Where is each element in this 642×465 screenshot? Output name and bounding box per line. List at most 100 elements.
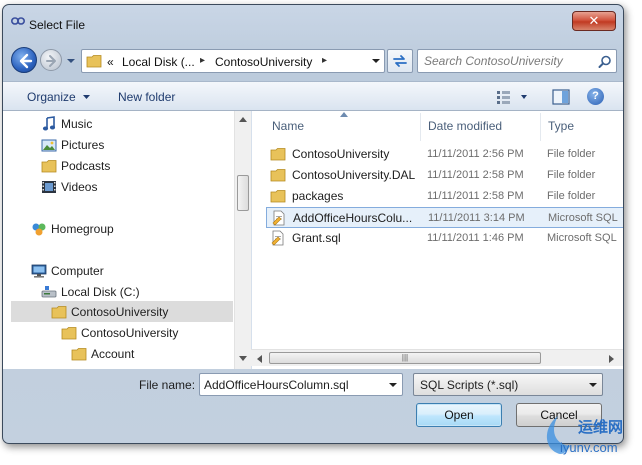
nav-item-label: Local Disk (C:) (61, 285, 140, 299)
file-row[interactable]: packages 11/11/2011 2:58 PM File folder (264, 186, 623, 207)
nav-item-label: Pictures (61, 138, 105, 152)
nav-item-label: Videos (61, 180, 98, 194)
scroll-up-icon[interactable] (239, 117, 247, 122)
search-icon[interactable] (598, 55, 612, 69)
back-button[interactable] (11, 47, 37, 73)
close-button[interactable]: ✕ (572, 11, 616, 31)
folder-icon (71, 348, 87, 361)
nav-pane-scrollbar[interactable] (234, 111, 251, 369)
nav-item-label: ContosoUniversity (81, 326, 179, 340)
file-name-input[interactable] (204, 377, 380, 393)
file-name-chevron-down-icon[interactable] (389, 382, 397, 388)
scroll-left-icon[interactable] (257, 355, 262, 363)
file-type-value: SQL Scripts (*.sql) (420, 378, 519, 392)
file-type: File folder (547, 148, 596, 160)
file-name: Grant.sql (292, 231, 341, 245)
pictures-icon (41, 139, 57, 152)
nav-item-label: Music (61, 117, 93, 131)
folder-icon (61, 327, 77, 340)
view-options-icon[interactable] (497, 90, 527, 104)
computer-icon (31, 264, 47, 278)
file-row[interactable]: ContosoUniversity.DAL 11/11/2011 2:58 PM… (264, 165, 623, 186)
file-type: Microsoft SQL (548, 212, 618, 224)
file-list: Name Date modified Type ContosoUniversit… (251, 111, 623, 369)
preview-pane-icon[interactable] (552, 89, 570, 105)
file-type: File folder (547, 169, 596, 181)
file-type-select[interactable]: SQL Scripts (*.sql) (413, 373, 603, 396)
nav-item-label: Podcasts (61, 159, 111, 173)
address-chevron-down-icon[interactable] (372, 58, 380, 64)
music-icon (42, 116, 56, 131)
sort-ascending-icon (340, 112, 348, 117)
grip-icon: ||| (401, 353, 409, 362)
hscroll-thumb[interactable]: ||| (269, 352, 541, 364)
browser-content: Music Pictures Podcasts Videos Homegroup… (3, 111, 623, 369)
file-list-hscrollbar[interactable]: ||| (251, 349, 623, 366)
file-date: 11/11/2011 2:58 PM (427, 190, 524, 202)
breadcrumb-local-disk[interactable]: Local Disk (... (122, 55, 195, 69)
history-chevron-down-icon[interactable] (66, 57, 76, 65)
file-row[interactable]: Grant.sql 11/11/2011 1:46 PM Microsoft S… (264, 228, 623, 249)
column-header-name[interactable]: Name (272, 119, 304, 133)
arrow-right-icon (46, 55, 56, 67)
file-date: 11/11/2011 2:58 PM (427, 169, 524, 181)
breadcrumb-separator-icon[interactable]: ▸ (200, 55, 205, 66)
folder-icon (41, 160, 57, 173)
file-name: ContosoUniversity (292, 147, 390, 161)
folder-icon (270, 148, 286, 161)
breadcrumb-separator-icon[interactable]: ▸ (322, 55, 327, 66)
open-button[interactable]: Open (416, 403, 502, 427)
help-button[interactable]: ? (587, 88, 604, 105)
watermark-text-cn: 运维网 (578, 419, 624, 436)
file-type: File folder (547, 190, 596, 202)
folder-icon (270, 190, 286, 203)
watermark-logo: 运维网 iyunv.com (538, 410, 642, 465)
select-file-dialog: Select File ✕ « Local Disk (... ▸ Contos… (2, 4, 624, 444)
file-type: Microsoft SQL (547, 232, 617, 244)
navigation-pane: Music Pictures Podcasts Videos Homegroup… (3, 111, 234, 369)
folder-icon (270, 169, 286, 182)
close-icon: ✕ (588, 13, 600, 28)
new-folder-button[interactable]: New folder (118, 90, 175, 104)
folder-icon (51, 306, 67, 319)
column-divider[interactable] (420, 113, 421, 141)
file-row[interactable]: ContosoUniversity 11/11/2011 2:56 PM Fil… (264, 144, 623, 165)
dialog-app-icon (11, 17, 25, 25)
file-name: AddOfficeHoursColu... (293, 211, 413, 225)
breadcrumb-overflow[interactable]: « (107, 55, 114, 69)
file-name-label: File name: (139, 378, 196, 392)
watermark-text-url: iyunv.com (560, 440, 618, 455)
nav-item-label: Homegroup (51, 222, 114, 236)
nav-item-label: Account (91, 347, 135, 361)
sql-file-icon (271, 230, 284, 246)
breadcrumb-contosouniversity[interactable]: ContosoUniversity (215, 55, 312, 69)
forward-button[interactable] (40, 49, 62, 71)
scroll-right-icon[interactable] (609, 355, 614, 363)
refresh-icon (393, 55, 407, 67)
file-name: ContosoUniversity.DAL (292, 168, 416, 182)
file-date: 11/11/2011 1:46 PM (427, 232, 524, 244)
folder-icon (86, 55, 102, 68)
refresh-button[interactable] (387, 49, 413, 73)
file-name: packages (292, 189, 344, 203)
scroll-down-icon[interactable] (239, 356, 247, 361)
dialog-title: Select File (29, 18, 86, 32)
command-toolbar: Organize New folder ? (3, 81, 623, 111)
search-input[interactable] (424, 53, 594, 69)
homegroup-icon (32, 223, 46, 236)
file-date: 11/11/2011 3:14 PM (428, 212, 525, 224)
nav-item-label: Computer (51, 264, 104, 278)
file-date: 11/11/2011 2:56 PM (427, 148, 524, 160)
sql-file-icon (272, 210, 285, 226)
help-icon: ? (592, 90, 599, 102)
column-header-type[interactable]: Type (548, 119, 574, 133)
organize-chevron-down-icon[interactable] (83, 95, 90, 100)
drive-icon (41, 286, 57, 298)
file-row-selected[interactable]: AddOfficeHoursColu... 11/11/2011 3:14 PM… (266, 207, 623, 228)
column-divider[interactable] (540, 113, 541, 141)
column-header-date-modified[interactable]: Date modified (428, 119, 502, 133)
organize-button[interactable]: Organize (27, 90, 76, 104)
address-bar[interactable]: « Local Disk (... ▸ ContosoUniversity ▸ (81, 49, 385, 73)
nav-item-label: ContosoUniversity (71, 305, 169, 319)
nav-scroll-thumb[interactable] (237, 175, 249, 211)
